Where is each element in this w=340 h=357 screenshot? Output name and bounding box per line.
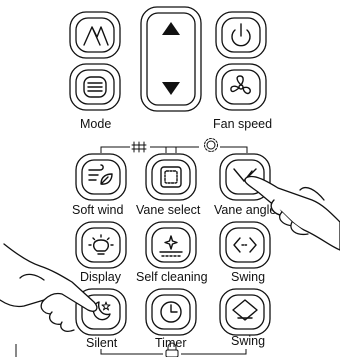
remote-diagram: Mode Fan speed Soft wind Vane select Van… <box>0 6 340 357</box>
self-cleaning-label: Self cleaning <box>136 270 208 284</box>
vane-select-button[interactable] <box>145 153 197 201</box>
power-button[interactable] <box>215 11 267 59</box>
fan-speed-label: Fan speed <box>213 117 272 131</box>
mode-label: Mode <box>80 117 111 131</box>
soft-wind-button[interactable] <box>75 153 127 201</box>
silent-label: Silent <box>86 336 118 350</box>
vane-angle-label: Vane angle <box>214 203 276 217</box>
timer-button[interactable] <box>145 288 197 336</box>
vane-select-label: Vane select <box>136 203 201 217</box>
group-bracket-top <box>100 138 248 153</box>
display-label: Display <box>80 270 122 284</box>
display-button[interactable] <box>75 221 127 269</box>
swing-label-2: Swing <box>231 334 265 348</box>
fan-speed-button[interactable] <box>215 63 267 111</box>
swing-left-right-button[interactable] <box>219 221 271 269</box>
mode-button[interactable] <box>69 63 121 111</box>
gear-icon <box>204 138 218 152</box>
mountain-logo-button[interactable] <box>69 11 121 59</box>
soft-wind-label: Soft wind <box>72 203 123 217</box>
vent-grille-icon <box>131 141 147 153</box>
swing-label-1: Swing <box>231 270 265 284</box>
swing-up-down-button[interactable] <box>219 288 271 336</box>
up-down-button[interactable] <box>140 6 202 112</box>
self-cleaning-button[interactable] <box>145 221 197 269</box>
